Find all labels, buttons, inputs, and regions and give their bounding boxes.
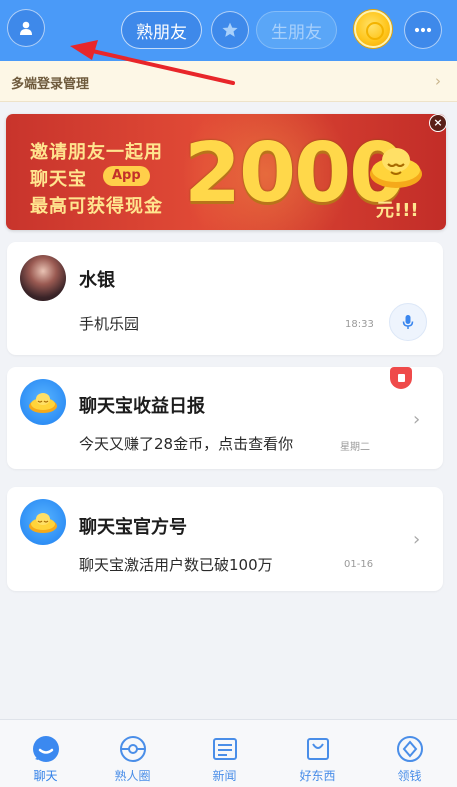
bottom-navigation: 聊天 熟人圈 新闻 好东西 领钱 (0, 719, 457, 787)
chat-item-official-account[interactable]: 聊天宝官方号 聊天宝激活用户数已破100万 01-16 › (7, 487, 443, 591)
chat-bubble-icon (32, 736, 59, 762)
chat-message: 手机乐园 (79, 315, 140, 333)
nav-label: 好东西 (299, 769, 336, 783)
nav-label: 聊天 (33, 769, 58, 783)
nav-item-chat[interactable]: 聊天 (0, 720, 91, 787)
invite-banner[interactable]: 邀请朋友一起用 聊天宝 App 最高可获得现金 2000 元!!! (6, 114, 446, 230)
avatar (20, 499, 66, 545)
news-icon (212, 738, 237, 760)
chat-item-earnings-report[interactable]: 聊天宝收益日报 今天又赚了28金币，点击查看你 星期二 › (7, 367, 443, 469)
nav-item-goods[interactable]: 好东西 (272, 720, 363, 787)
red-packet-icon (390, 367, 412, 389)
shopping-bag-icon (306, 738, 329, 760)
avatar (20, 379, 66, 425)
nav-label: 新闻 (212, 769, 237, 783)
nav-item-earn[interactable]: 领钱 (364, 720, 455, 787)
banner-line1: 邀请朋友一起用 (30, 142, 163, 163)
avatar (20, 255, 66, 301)
nav-item-news[interactable]: 新闻 (179, 720, 270, 787)
annotation-arrow-icon (70, 40, 235, 85)
microphone-icon (402, 315, 414, 329)
chat-message: 聊天宝激活用户数已破100万 (79, 556, 273, 574)
banner-line2: 聊天宝 (30, 169, 87, 190)
gold-ingot-icon (29, 393, 57, 413)
coin-diamond-icon (396, 736, 423, 762)
nav-label: 领钱 (397, 769, 422, 783)
chat-message: 今天又赚了28金币，点击查看你 (79, 435, 294, 453)
chat-time: 18:33 (345, 319, 374, 330)
chat-name: 水银 (79, 270, 115, 291)
chat-name: 聊天宝收益日报 (79, 396, 205, 417)
nav-label: 熟人圈 (114, 769, 151, 783)
chevron-right-icon: › (413, 409, 421, 430)
banner-suffix: 元!!! (376, 200, 419, 221)
chat-item-shuiyin[interactable]: 水银 手机乐园 18:33 (7, 242, 443, 355)
circle-icon (119, 736, 146, 762)
chat-time: 星期二 (340, 442, 370, 453)
voice-button[interactable] (389, 303, 427, 341)
chevron-right-icon: › (413, 529, 421, 550)
app-tag: App (103, 166, 150, 186)
chat-time: 01-16 (344, 559, 374, 570)
gold-ingot-icon (29, 513, 57, 533)
banner-line3: 最高可获得现金 (30, 196, 163, 217)
chat-name: 聊天宝官方号 (79, 517, 187, 538)
gold-ingot-icon (370, 148, 422, 188)
nav-item-circle[interactable]: 熟人圈 (87, 720, 178, 787)
